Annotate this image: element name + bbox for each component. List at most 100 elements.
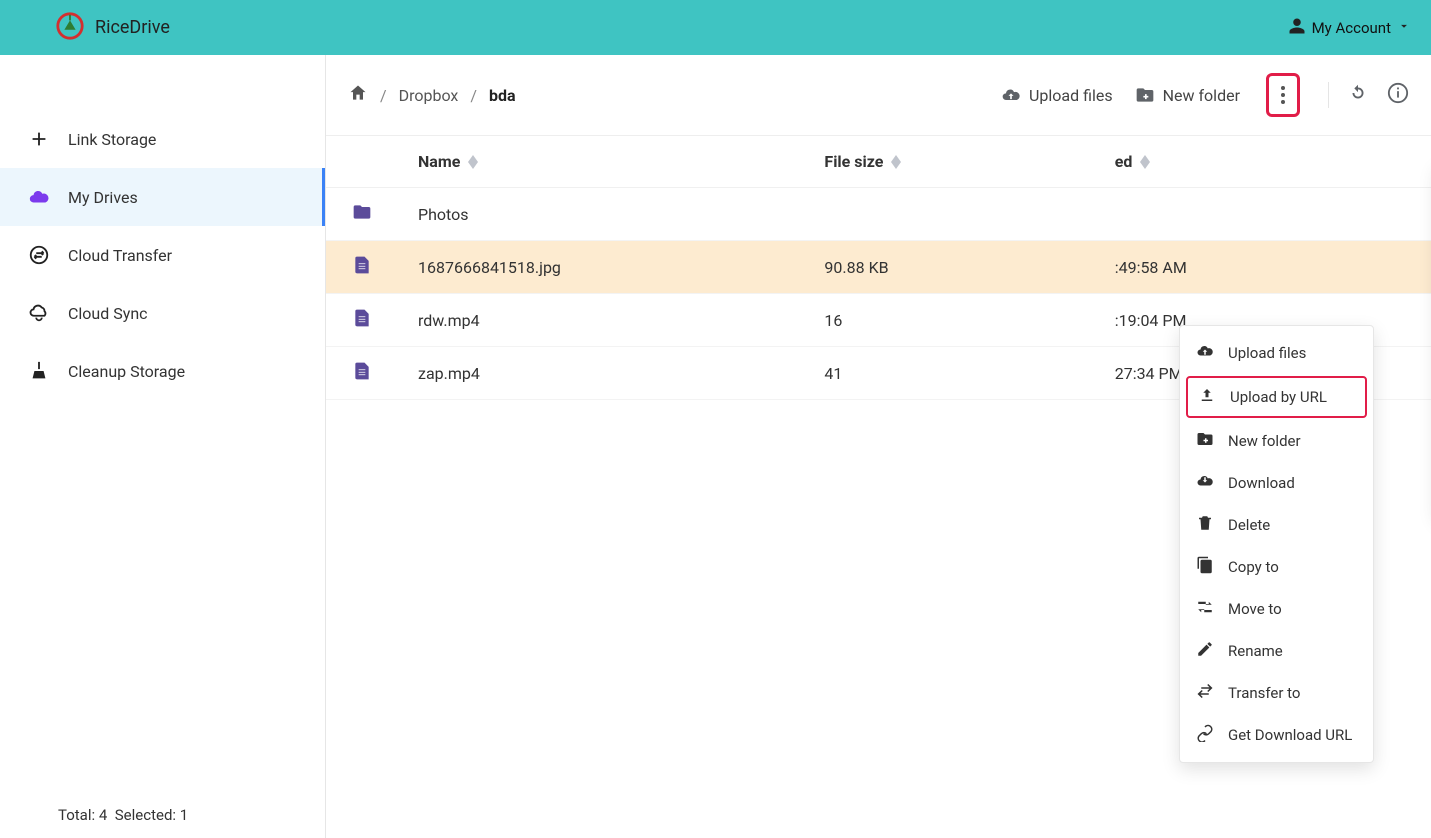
breadcrumb: / Dropbox / bda <box>348 83 516 107</box>
column-header-modified-label: ed <box>1115 152 1133 171</box>
trash-icon <box>1196 514 1214 536</box>
folder-icon <box>352 202 418 226</box>
toolbar: / Dropbox / bda Upload files New folder <box>326 55 1431 136</box>
app-header: RiceDrive My Account <box>0 0 1431 55</box>
plus-icon <box>28 128 50 150</box>
sidebar-item-link-storage[interactable]: Link Storage <box>0 110 325 168</box>
menu-item-copy[interactable]: Copy to <box>1180 546 1373 588</box>
refresh-icon <box>1347 82 1369 104</box>
row-size: 41 <box>824 364 842 383</box>
column-header-modified[interactable]: ed <box>1115 152 1405 171</box>
selected-value: 1 <box>180 806 188 824</box>
status-counts: Total: 4 Selected: 1 <box>0 792 325 838</box>
move-icon <box>1196 598 1214 620</box>
menu-item-label: Get Download URL <box>1228 726 1352 744</box>
sidebar-item-my-drives[interactable]: My Drives <box>0 168 325 226</box>
menu-item-label: Upload by URL <box>1230 388 1327 406</box>
context-menu: Upload files Upload by URL New folder Downl… <box>1179 325 1374 763</box>
upload-files-button[interactable]: Upload files <box>995 81 1119 109</box>
menu-item-upload-url[interactable]: Upload by URL <box>1186 376 1367 418</box>
more-actions-button[interactable] <box>1271 78 1295 112</box>
column-header-size[interactable]: File size <box>824 152 1114 171</box>
row-name: Photos <box>418 205 469 224</box>
column-header-name-label: Name <box>418 152 460 171</box>
sidebar-item-label: Cloud Sync <box>68 304 148 323</box>
menu-item-move[interactable]: Move to <box>1180 588 1373 630</box>
total-value: 4 <box>99 806 107 824</box>
menu-item-cloud-download[interactable]: Download <box>1180 462 1373 504</box>
folder-plus-icon <box>1135 85 1155 105</box>
cloud-icon <box>28 186 50 208</box>
dots-vertical-icon <box>1280 85 1286 105</box>
sort-indicator-icon <box>1140 155 1150 169</box>
brand-name: RiceDrive <box>95 17 170 38</box>
row-modified: :49:58 AM <box>1115 258 1187 277</box>
table-row[interactable]: Photos <box>326 188 1431 241</box>
row-name: 1687666841518.jpg <box>418 258 561 277</box>
sidebar: Link Storage My Drives Cloud Transfer Cl… <box>0 55 326 838</box>
cloud-upload-icon <box>1001 85 1021 105</box>
menu-item-label: New folder <box>1228 432 1301 450</box>
account-label: My Account <box>1312 19 1391 37</box>
sidebar-item-cleanup-storage[interactable]: Cleanup Storage <box>0 342 325 400</box>
person-icon <box>1288 17 1306 39</box>
menu-item-label: Copy to <box>1228 558 1279 576</box>
brand: RiceDrive <box>55 11 170 45</box>
column-header-size-label: File size <box>824 152 883 171</box>
menu-item-label: Rename <box>1228 642 1283 660</box>
total-label: Total: <box>58 806 95 824</box>
menu-item-rename[interactable]: Rename <box>1180 630 1373 672</box>
sidebar-item-label: My Drives <box>68 188 138 207</box>
sort-indicator-icon <box>891 155 901 169</box>
cloud-download-icon <box>1196 472 1214 494</box>
menu-item-transfer[interactable]: Transfer to <box>1180 672 1373 714</box>
brand-logo-icon <box>55 11 85 45</box>
sidebar-item-cloud-transfer[interactable]: Cloud Transfer <box>0 226 325 284</box>
main-panel: / Dropbox / bda Upload files New folder <box>326 55 1431 838</box>
account-menu[interactable]: My Account <box>1288 17 1411 39</box>
file-icon <box>352 361 418 385</box>
sidebar-item-label: Cloud Transfer <box>68 246 172 265</box>
row-size: 90.88 KB <box>824 258 888 277</box>
row-name: zap.mp4 <box>418 364 480 383</box>
breadcrumb-sep: / <box>380 86 387 105</box>
transfer-icon <box>1196 682 1214 704</box>
file-icon <box>352 255 418 279</box>
rename-icon <box>1196 640 1214 662</box>
cloud-upload-icon <box>1196 342 1214 364</box>
menu-item-label: Delete <box>1228 516 1270 534</box>
info-icon <box>1387 82 1409 104</box>
breadcrumb-sep: / <box>470 86 477 105</box>
selected-label: Selected: <box>115 806 176 824</box>
new-folder-button[interactable]: New folder <box>1129 81 1246 109</box>
copy-icon <box>1196 556 1214 578</box>
menu-item-label: Move to <box>1228 600 1282 618</box>
table-row[interactable]: 1687666841518.jpg 90.88 KB :49:58 AM <box>326 241 1431 294</box>
breadcrumb-segment[interactable]: Dropbox <box>399 86 459 105</box>
menu-item-link[interactable]: Get Download URL <box>1180 714 1373 756</box>
sidebar-item-label: Cleanup Storage <box>68 362 185 381</box>
row-modified: :19:04 PM <box>1115 311 1187 330</box>
link-icon <box>1196 724 1214 746</box>
menu-item-label: Upload files <box>1228 344 1306 362</box>
sidebar-item-cloud-sync[interactable]: Cloud Sync <box>0 284 325 342</box>
info-button[interactable] <box>1387 82 1409 108</box>
column-header-name[interactable]: Name <box>418 152 824 171</box>
sync-icon <box>28 302 50 324</box>
new-folder-label: New folder <box>1163 86 1240 105</box>
menu-item-folder-plus[interactable]: New folder <box>1180 420 1373 462</box>
menu-item-cloud-upload[interactable]: Upload files <box>1180 332 1373 374</box>
file-icon <box>352 308 418 332</box>
home-icon[interactable] <box>348 83 368 107</box>
row-name: rdw.mp4 <box>418 311 480 330</box>
more-button-highlight <box>1266 73 1300 117</box>
sidebar-item-label: Link Storage <box>68 130 156 149</box>
chevron-down-icon <box>1397 19 1411 37</box>
sort-indicator-icon <box>468 155 478 169</box>
toolbar-right-icons <box>1328 82 1409 108</box>
refresh-button[interactable] <box>1347 82 1369 108</box>
breadcrumb-segment-current: bda <box>489 86 516 105</box>
transfer-icon <box>28 244 50 266</box>
upload-url-icon <box>1198 386 1216 408</box>
menu-item-trash[interactable]: Delete <box>1180 504 1373 546</box>
